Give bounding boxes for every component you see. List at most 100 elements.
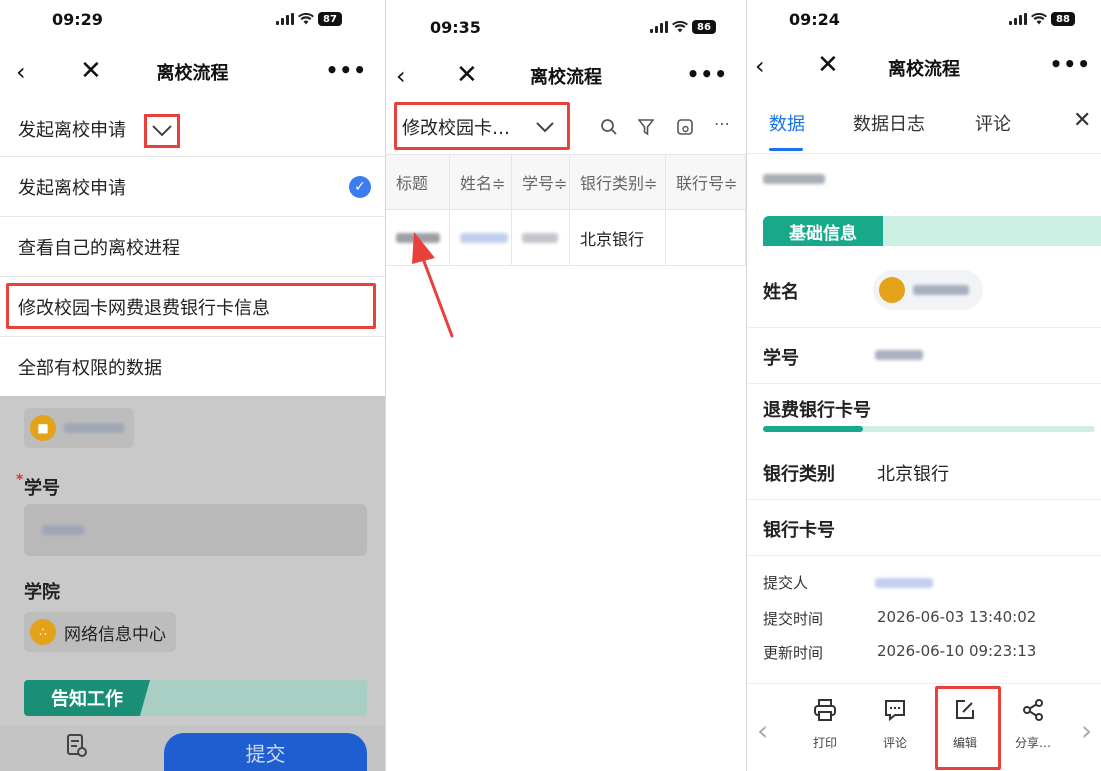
- print-button[interactable]: 打印: [795, 698, 855, 751]
- draft-icon[interactable]: [66, 733, 88, 759]
- submit-time-value: 2026-06-03 13:40:02: [877, 608, 1037, 626]
- close-icon[interactable]: ✕: [1073, 108, 1091, 133]
- view-menu: 发起离校申请 ✓ 查看自己的离校进程 修改校园卡网费退费银行卡信息 全部有权限的…: [0, 156, 385, 396]
- action-bar: ‹ 打印 评论 编辑 分享… ›: [747, 683, 1101, 771]
- field-label: 学号: [763, 348, 799, 369]
- refund-card-progress: [763, 426, 1095, 432]
- detail-body: 基础信息 姓名 学号 退费银行卡号 银行类别 北京银行 银行卡号 提交人 提交时…: [747, 154, 1101, 771]
- field-bank-type: 银行类别 北京银行: [747, 444, 1101, 500]
- panel-record-detail: 09:24 88 ‹ ✕ 离校流程 ••• 数据 数据日志 评论 ✕ 基础信息 …: [747, 0, 1101, 771]
- college-chip: ∴ 网络信息中心: [24, 612, 176, 652]
- close-icon[interactable]: ✕: [80, 58, 102, 84]
- progress-fill: [763, 426, 863, 432]
- highlight-box: [6, 283, 376, 329]
- panel-list-view: 09:35 86 ‹ ✕ 离校流程 ••• 修改校园卡… ⋯ 标题 姓名≑ 学号…: [386, 0, 746, 771]
- menu-item-label: 查看自己的离校进程: [18, 237, 180, 259]
- active-tab-indicator: [769, 148, 803, 151]
- status-time: 09:29: [52, 10, 103, 29]
- print-icon: [795, 698, 855, 730]
- field-student-id: 学号: [747, 328, 1101, 384]
- submit-button[interactable]: 提交: [164, 733, 367, 771]
- submitter-blurred: [875, 578, 933, 588]
- annotation-arrow: [412, 232, 454, 338]
- status-bar: 09:24 88: [747, 0, 1101, 44]
- record-title-blurred: [763, 174, 825, 184]
- comment-icon: [865, 698, 925, 730]
- back-icon[interactable]: ‹: [755, 54, 765, 78]
- wifi-icon: [1031, 13, 1047, 25]
- nav-bar: ‹ ✕ 离校流程 •••: [747, 46, 1101, 90]
- field-card-number: 银行卡号: [747, 500, 1101, 556]
- field-label: 姓名: [763, 282, 799, 303]
- field-label: 银行卡号: [763, 520, 835, 541]
- field-name: 姓名: [747, 256, 1101, 328]
- tab-comments[interactable]: 评论: [975, 110, 1011, 136]
- student-id-field[interactable]: [24, 504, 367, 556]
- detail-tabs: 数据 数据日志 评论 ✕: [747, 96, 1101, 154]
- menu-item-modify-bank-card[interactable]: 修改校园卡网费退费银行卡信息: [0, 276, 385, 336]
- panel-start-application: 09:29 87 ‹ ✕ 离校流程 ••• 发起离校申请 发起离校申请 ✓ 查看…: [0, 0, 385, 771]
- update-time-label: 更新时间: [763, 644, 824, 662]
- share-label: 分享…: [1014, 736, 1051, 750]
- tab-data[interactable]: 数据: [769, 110, 805, 136]
- more-icon[interactable]: •••: [326, 58, 367, 82]
- page-title: 离校流程: [888, 59, 960, 80]
- battery-icon: 88: [1051, 12, 1075, 26]
- tab-data-log[interactable]: 数据日志: [853, 110, 925, 136]
- status-time: 09:24: [789, 10, 840, 29]
- field-label: 退费银行卡号: [763, 400, 871, 421]
- bottom-bar: 提交: [0, 725, 385, 771]
- college-value: 网络信息中心: [64, 624, 166, 645]
- menu-item-all-data[interactable]: 全部有权限的数据: [0, 336, 385, 396]
- field-value: 北京银行: [877, 464, 949, 485]
- share-button[interactable]: 分享…: [1003, 698, 1063, 751]
- comment-label: 评论: [882, 736, 907, 750]
- view-selector-label: 发起离校申请: [18, 120, 126, 141]
- share-icon: [1003, 698, 1063, 730]
- blurred-name: [913, 285, 969, 295]
- menu-item-label: 全部有权限的数据: [18, 357, 162, 379]
- highlight-box: [935, 686, 1001, 770]
- blurred-value: [875, 350, 923, 360]
- more-icon[interactable]: •••: [1050, 52, 1091, 76]
- view-selector[interactable]: 发起离校申请: [0, 100, 385, 156]
- submit-time-label: 提交时间: [763, 610, 824, 628]
- signal-icon: [1009, 13, 1027, 25]
- required-mark: *: [16, 472, 24, 488]
- section-basic-info-title: 基础信息: [763, 216, 883, 246]
- update-time-value: 2026-06-10 09:23:13: [877, 642, 1037, 660]
- wifi-icon: [298, 13, 314, 25]
- comment-button[interactable]: 评论: [865, 698, 925, 751]
- menu-item-my-progress[interactable]: 查看自己的离校进程: [0, 216, 385, 276]
- section-basic-info: 基础信息: [763, 216, 1101, 246]
- status-icons: 88: [1009, 12, 1075, 26]
- menu-item-label: 发起离校申请: [18, 177, 126, 199]
- avatar: [879, 277, 905, 303]
- section-notice-title: 告知工作: [24, 680, 150, 716]
- chevron-down-icon[interactable]: [144, 114, 180, 148]
- user-chip[interactable]: [873, 270, 983, 310]
- nav-bar: ‹ ✕ 离校流程 •••: [0, 50, 385, 94]
- status-bar: 09:29 87: [0, 0, 385, 44]
- section-notice: 告知工作: [24, 680, 367, 716]
- battery-icon: 87: [318, 12, 342, 26]
- check-icon: ✓: [349, 176, 371, 198]
- back-icon[interactable]: ‹: [16, 60, 26, 84]
- college-label: 学院: [24, 582, 60, 603]
- menu-item-start-application[interactable]: 发起离校申请 ✓: [0, 156, 385, 216]
- submitter-label: 提交人: [763, 574, 809, 592]
- print-label: 打印: [812, 736, 837, 750]
- avatar: ■: [30, 415, 56, 441]
- org-icon: ∴: [30, 619, 56, 645]
- chevron-left-icon[interactable]: ‹: [757, 714, 768, 747]
- signal-icon: [276, 13, 294, 25]
- chevron-right-icon[interactable]: ›: [1081, 714, 1092, 747]
- applicant-chip: ■: [24, 408, 134, 448]
- status-icons: 87: [276, 12, 342, 26]
- close-icon[interactable]: ✕: [817, 52, 839, 78]
- student-id-label: 学号: [24, 478, 60, 499]
- form-overlay: ■ * 学号 学院 ∴ 网络信息中心 告知工作: [0, 396, 385, 771]
- field-label: 银行类别: [763, 464, 835, 485]
- blurred-name: [64, 423, 124, 433]
- blurred-value: [42, 525, 84, 535]
